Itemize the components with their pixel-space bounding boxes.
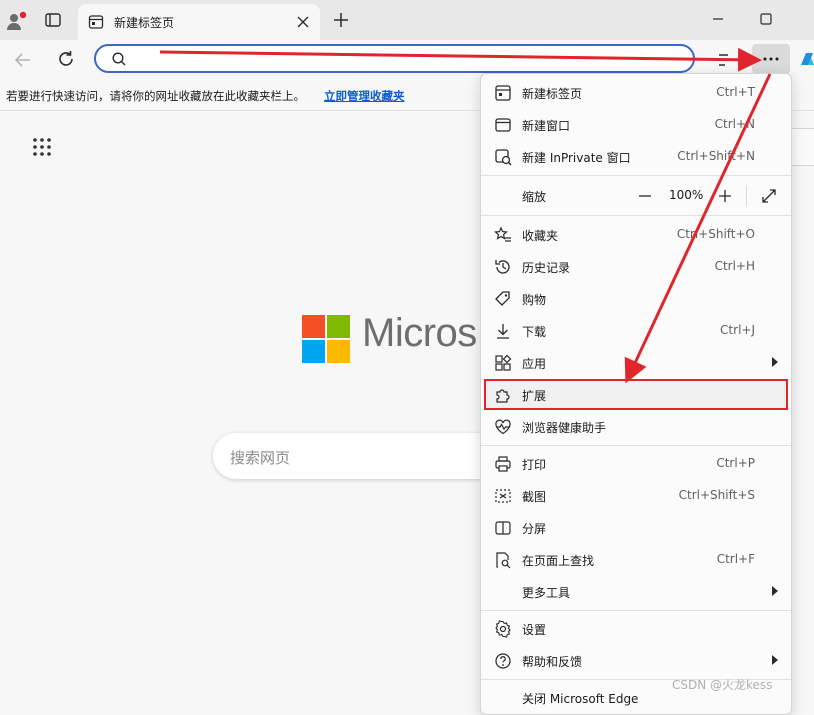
zoom-level: 100% [669,188,704,202]
menu-item-split-screen[interactable]: 分屏 [481,514,791,542]
menu-divider [481,610,791,611]
web-search-box[interactable]: 搜索网页 [213,433,513,479]
menu-item-zoom: 缩放 100% [481,182,791,210]
printer-icon [494,455,512,473]
menu-item-find[interactable]: 在页面上查找 Ctrl+F [481,546,791,574]
help-question-icon [494,652,512,670]
microsoft-logo-icon [302,315,350,363]
menu-item-history[interactable]: 历史记录 Ctrl+H [481,253,791,281]
shopping-tag-icon [494,290,512,308]
find-on-page-icon [494,551,512,569]
back-arrow-icon[interactable] [12,49,34,71]
menu-item-new-window[interactable]: 新建窗口 Ctrl+N [481,111,791,139]
menu-item-new-inprivate[interactable]: 新建 InPrivate 窗口 Ctrl+Shift+N [481,143,791,171]
download-icon [494,322,512,340]
menu-item-apps[interactable]: 应用 [481,349,791,377]
close-tab-icon[interactable] [294,13,312,31]
zoom-divider [746,185,747,207]
menu-item-settings[interactable]: 设置 [481,615,791,643]
menu-divider [481,445,791,446]
settings-and-more-button[interactable] [752,44,790,74]
profile-avatar-icon[interactable] [5,9,29,33]
history-icon [494,258,512,276]
title-bar: 新建标签页 [0,0,814,40]
menu-item-favorites[interactable]: 收藏夹 Ctrl+Shift+O [481,221,791,249]
menu-item-help[interactable]: 帮助和反馈 [481,647,791,675]
more-dots-icon [763,57,779,61]
address-input[interactable] [140,49,684,69]
zoom-out-icon[interactable] [635,186,655,206]
minimize-icon[interactable] [708,9,728,29]
extensions-puzzle-icon [494,386,512,404]
favorites-bar-icon[interactable] [716,50,736,70]
menu-divider [481,175,791,176]
inprivate-window-icon [494,148,512,166]
settings-and-more-menu: 新建标签页 Ctrl+T 新建窗口 Ctrl+N 新建 InPrivate 窗口… [480,73,792,715]
copilot-icon[interactable] [798,50,814,68]
microsoft-wordmark: Micros [362,311,477,355]
menu-item-screenshot[interactable]: 截图 Ctrl+Shift+S [481,482,791,510]
chevron-right-icon [771,585,779,597]
refresh-icon[interactable] [55,48,77,70]
new-tab-page-icon [88,14,104,30]
menu-item-browser-health[interactable]: 浏览器健康助手 [481,413,791,441]
screenshot-icon [494,487,512,505]
search-placeholder: 搜索网页 [230,449,291,467]
app-launcher-icon[interactable] [32,137,52,157]
zoom-in-icon[interactable] [715,186,735,206]
favorites-star-icon [494,226,512,244]
favorites-bar-hint: 若要进行快速访问，请将你的网址收藏放在此收藏夹栏上。 [6,89,305,103]
chevron-right-icon [771,356,779,368]
menu-item-more-tools[interactable]: 更多工具 [481,578,791,606]
gear-icon [494,620,512,638]
menu-item-downloads[interactable]: 下载 Ctrl+J [481,317,791,345]
menu-item-print[interactable]: 打印 Ctrl+P [481,450,791,478]
tab-actions-icon[interactable] [43,10,63,30]
csdn-watermark: CSDN @火龙kess [672,678,773,692]
address-bar[interactable] [94,44,695,73]
tab-title: 新建标签页 [114,16,175,30]
menu-item-shopping[interactable]: 购物 [481,285,791,313]
menu-divider [481,215,791,216]
maximize-icon[interactable] [756,9,776,29]
heart-pulse-icon [494,418,512,436]
new-tab-plus-icon[interactable] [332,11,350,29]
split-screen-icon [494,519,512,537]
new-window-icon [494,116,512,134]
apps-grid-icon [494,354,512,372]
tab-new-tab[interactable]: 新建标签页 [78,4,320,40]
chevron-right-icon [771,654,779,666]
new-tab-icon [494,84,512,102]
menu-item-extensions[interactable]: 扩展 [481,381,791,409]
search-icon [111,51,127,67]
fullscreen-icon[interactable] [759,186,779,206]
menu-item-new-tab[interactable]: 新建标签页 Ctrl+T [481,79,791,107]
manage-favorites-link[interactable]: 立即管理收藏夹 [324,88,405,104]
